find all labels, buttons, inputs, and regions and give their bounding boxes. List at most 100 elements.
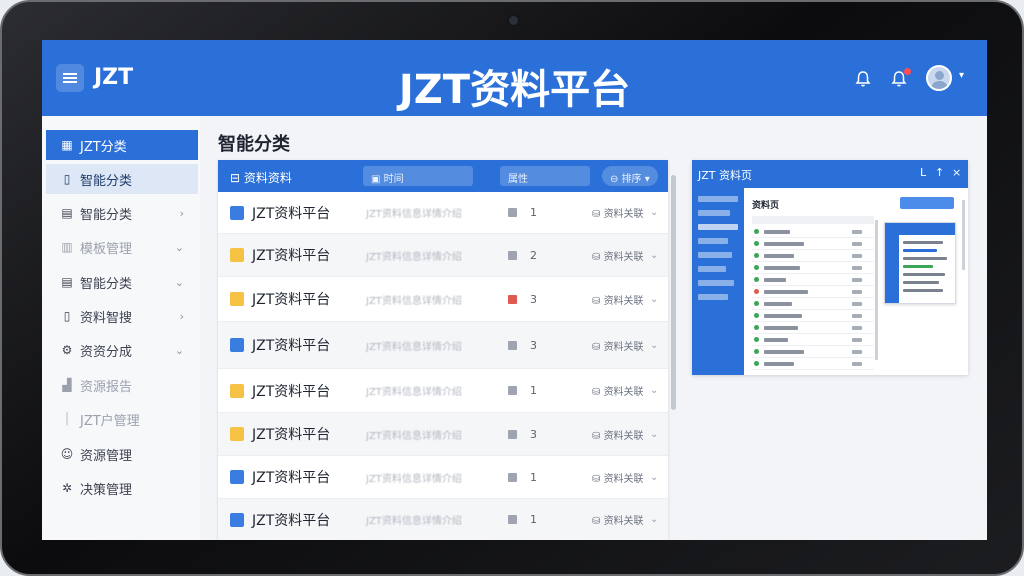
flag-icon [508,208,517,217]
row-action[interactable]: ⛁ 资料关联 [592,383,644,398]
preview-table-header [752,216,874,224]
sidebar: ▦ JZT分类 ▯ 智能分类 ▤ 智能分类 › ▥ 模板管理 ⌄ ▤ 智能分类 … [42,116,200,540]
bell-icon[interactable] [854,70,872,88]
preview-row [752,274,874,286]
row-action[interactable]: ⛁ 资料关联 [592,512,644,527]
file-description: JZT资料信息详情介绍 [366,430,462,442]
table-row[interactable]: JZT资料平台 JZT资料信息详情介绍 1 ⛁ 资料关联 ⌄ [218,456,668,499]
preview-action-button[interactable] [900,197,954,209]
filter-time[interactable]: ▣ 时间 [363,166,473,186]
sidebar-item-smart-category-2[interactable]: ▤ 智能分类 › [46,198,198,228]
chevron-down-icon[interactable]: ⌄ [650,472,658,483]
row-action[interactable]: ⛁ 资料关联 [592,292,644,307]
file-icon [230,248,244,262]
section-heading: 智能分类 [218,134,290,155]
chevron-down-icon: ⌄ [174,343,184,357]
flag-icon [508,429,517,439]
user-avatar[interactable] [926,65,952,91]
file-icon [230,512,244,527]
chevron-down-icon[interactable]: ⌄ [650,385,658,396]
flag-icon [508,250,517,260]
gear-icon: ⚙ [61,343,73,357]
users-icon: ☺ [60,447,74,461]
file-count: 3 [530,338,537,352]
preview-row [752,262,874,274]
chevron-down-icon[interactable]: ⌄ [650,250,658,261]
chevron-down-icon: ⌄ [174,275,184,289]
preview-control-up[interactable]: ↑ [935,166,944,179]
close-icon[interactable]: × [952,166,961,179]
sidebar-item-smart-category[interactable]: ▯ 智能分类 [46,164,198,194]
file-icon [230,470,244,484]
row-action[interactable]: ⛁ 资料关联 [592,427,644,442]
row-action[interactable]: ⛁ 资料关联 [592,248,644,263]
chevron-down-icon[interactable]: ⌄ [650,207,658,218]
row-action[interactable]: ⛁ 资料关联 [592,470,644,485]
file-icon [230,292,244,306]
preview-window: JZT 资料页 L ↑ × 资料页 [692,160,968,375]
chevron-down-icon[interactable]: ⌄ [650,429,658,440]
table-row[interactable]: JZT资料平台 JZT资料信息详情介绍 1 ⛁ 资料关联 ⌄ [218,499,668,540]
preview-thumbnail [884,222,956,304]
list-icon: ▤ [61,275,73,289]
file-name: JZT资料平台 [252,512,331,529]
template-icon: ▥ [61,240,73,254]
preview-title: JZT 资料页 [698,169,752,182]
file-description: JZT资料信息详情介绍 [366,473,462,485]
sidebar-item-reports[interactable]: ▟ 资源报告 [46,370,198,400]
flag-icon [508,472,517,482]
file-description: JZT资料信息详情介绍 [366,295,462,307]
table-header-title: ⊟ 资料资料 [230,171,292,185]
sidebar-item-smart-category-3[interactable]: ▤ 智能分类 ⌄ [46,267,198,297]
preview-scrollbar-outer[interactable] [962,200,965,270]
table-row[interactable]: JZT资料平台 JZT资料信息详情介绍 3 ⛁ 资料关联 ⌄ [218,277,668,322]
table-row[interactable]: JZT资料平台 JZT资料信息详情介绍 3 ⛁ 资料关联 ⌄ [218,322,668,369]
document-icon: ▤ [61,206,73,220]
user-icon: ⏐ [63,411,71,426]
sidebar-item-templates[interactable]: ▥ 模板管理 ⌄ [46,232,198,262]
sidebar-item-decisions[interactable]: ✲ 决策管理 [46,473,198,503]
table-row[interactable]: JZT资料平台 JZT资料信息详情介绍 1 ⛁ 资料关联 ⌄ [218,369,668,413]
chevron-down-icon[interactable]: ⌄ [650,340,658,351]
settings-icon: ✲ [61,481,73,495]
file-description: JZT资料信息详情介绍 [366,387,462,398]
preview-scrollbar[interactable] [875,220,878,360]
file-icon [230,338,244,352]
filter-attribute[interactable]: 属性 [500,166,590,186]
file-count: 1 [530,513,537,526]
file-count: 1 [530,206,537,219]
chevron-down-icon[interactable]: ⌄ [650,514,658,525]
page-title: JZT资料平台 [398,67,631,113]
file-name: JZT资料平台 [252,470,331,486]
row-action[interactable]: ⛁ 资料关联 [592,338,644,353]
file-name: JZT资料平台 [252,248,331,264]
table-row[interactable]: JZT资料平台 JZT资料信息详情介绍 2 ⛁ 资料关联 ⌄ [218,234,668,277]
preview-row [752,250,874,262]
chevron-down-icon[interactable]: ▾ [959,70,964,81]
file-description: JZT资料信息详情介绍 [366,516,462,527]
preview-row [752,334,874,346]
file-name: JZT资料平台 [252,292,331,308]
preview-control-l[interactable]: L [920,166,926,179]
flag-icon [508,515,517,524]
sort-dropdown[interactable]: ⊖ 排序 ▾ [602,166,658,186]
table-row[interactable]: JZT资料平台 JZT资料信息详情介绍 3 ⛁ 资料关联 ⌄ [218,413,668,456]
file-count: 3 [530,292,537,306]
sidebar-item-resources[interactable]: ☺ 资源管理 [46,439,198,469]
table-scrollbar[interactable] [671,175,676,410]
table-row[interactable]: JZT资料平台 JZT资料信息详情介绍 1 ⛁ 资料关联 ⌄ [218,192,668,234]
sidebar-item-sharing[interactable]: ⚙ 资资分成 ⌄ [46,335,198,365]
chevron-down-icon[interactable]: ⌄ [650,294,658,305]
camera-icon [509,16,518,25]
preview-row [752,358,874,370]
grid-icon: ▦ [61,138,73,152]
preview-titlebar: JZT 资料页 L ↑ × [692,160,968,188]
row-action[interactable]: ⛁ 资料关联 [592,205,644,220]
sidebar-item-users[interactable]: ⏐ JZT户管理 [46,404,198,434]
flag-icon [508,294,517,304]
screen: JZT JZT资料平台 ▾ ▦ JZT分类 ▯ 智能分类 ▤ 智能分类 › ▥ … [42,40,987,540]
sidebar-item-jzt-category[interactable]: ▦ JZT分类 [46,130,198,160]
flag-icon [508,340,517,350]
sidebar-item-search[interactable]: ▯ 资料智搜 › [46,301,198,331]
file-icon [230,205,244,220]
